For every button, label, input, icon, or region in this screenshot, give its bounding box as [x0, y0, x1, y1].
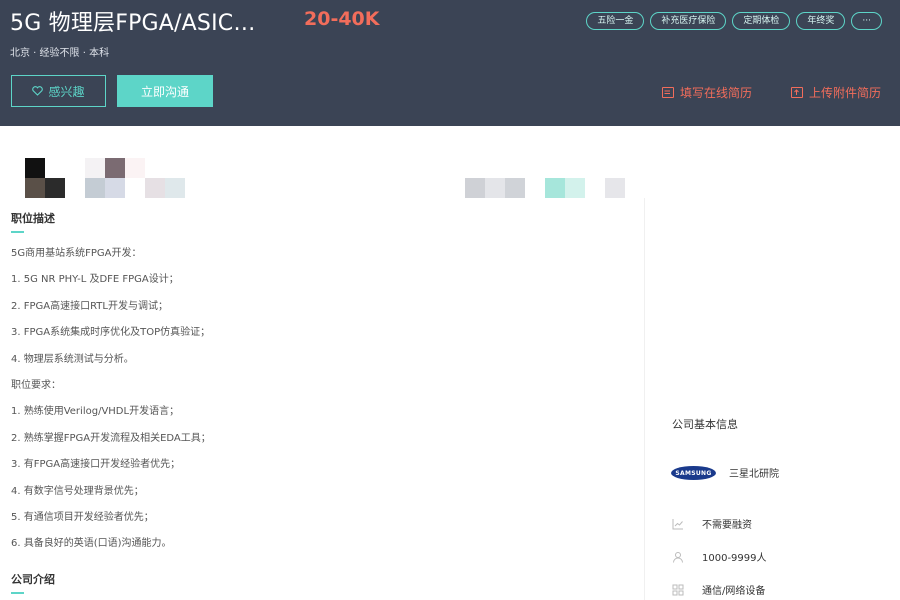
job-meta: 北京 · 经验不限 · 本科 [10, 48, 110, 59]
description-line: 职位要求： [11, 379, 61, 391]
column-divider [644, 198, 645, 600]
description-line: 1. 5G NR PHY-L 及DFE FPGA设计； [11, 274, 179, 286]
company-intro-title: 公司介绍 [11, 573, 55, 586]
benefit-tag: 年终奖 [796, 12, 846, 30]
chart-line-icon [672, 518, 683, 529]
resume-form-icon [662, 87, 674, 98]
job-description: 5G商用基站系统FPGA开发： 1. 5G NR PHY-L 及DFE FPGA… [11, 244, 631, 561]
chat-now-label: 立即沟通 [140, 84, 189, 99]
upload-resume-label: 上传附件简历 [809, 86, 882, 100]
person-icon [673, 551, 683, 563]
job-title: 5G 物理层FPGA/ASIC… [10, 11, 256, 36]
benefit-tag: 五险一金 [586, 12, 645, 30]
description-line: 3. FPGA系统集成时序优化及TOP仿真验证； [11, 327, 211, 339]
job-description-title: 职位描述 [11, 212, 55, 225]
description-line: 3. 有FPGA高速接口开发经验者优先； [11, 459, 181, 471]
fill-online-resume-link[interactable]: 填写在线简历 [662, 84, 752, 101]
description-line: 5. 有通信项目开发经验者优先； [11, 511, 154, 523]
company-logo[interactable]: SAMSUNG [671, 466, 716, 480]
description-line: 4. 有数字信号处理背景优先； [11, 485, 144, 497]
description-line: 6. 具备良好的英语(口语)沟通能力。 [11, 538, 172, 550]
industry-value: 通信/网络设备 [702, 586, 766, 597]
description-line: 1. 熟练使用Verilog/VHDL开发语言； [11, 406, 180, 418]
job-header: 5G 物理层FPGA/ASIC… 20-40K 北京 · 经验不限 · 本科 五… [0, 0, 900, 126]
company-info-title: 公司基本信息 [672, 418, 738, 431]
company-financing: 不需要融资 [672, 516, 752, 531]
grid-icon [672, 584, 684, 595]
interest-button[interactable]: 感兴趣 [11, 75, 106, 107]
company-size: 1000-9999人 [672, 549, 767, 564]
interest-label: 感兴趣 [48, 84, 85, 99]
size-value: 1000-9999人 [702, 553, 767, 564]
company-industry: 通信/网络设备 [672, 582, 765, 597]
salary: 20-40K [304, 8, 380, 30]
benefit-tag: 定期体检 [732, 12, 791, 30]
upload-resume-link[interactable]: 上传附件简历 [791, 84, 881, 101]
description-line: 4. 物理层系统测试与分析。 [11, 353, 134, 365]
description-line: 2. 熟练掌握FPGA开发流程及相关EDA工具； [11, 432, 211, 444]
description-line: 2. FPGA高速接口RTL开发与调试； [11, 300, 168, 312]
chat-now-button[interactable]: 立即沟通 [117, 75, 213, 107]
financing-value: 不需要融资 [702, 520, 752, 531]
company-intro-underline [11, 592, 24, 594]
benefit-tag: 补充医疗保险 [650, 12, 727, 30]
company-logo-text: SAMSUNG [675, 469, 712, 477]
description-line: 5G商用基站系统FPGA开发： [11, 248, 142, 259]
fill-online-resume-label: 填写在线简历 [680, 86, 753, 100]
more-tags-button[interactable]: ··· [851, 12, 882, 30]
benefit-tags: 五险一金 补充医疗保险 定期体检 年终奖 ··· [586, 12, 882, 30]
company-name[interactable]: 三星北研院 [729, 465, 779, 480]
upload-icon [791, 87, 803, 98]
heart-icon [32, 86, 44, 96]
job-description-underline [11, 231, 24, 233]
